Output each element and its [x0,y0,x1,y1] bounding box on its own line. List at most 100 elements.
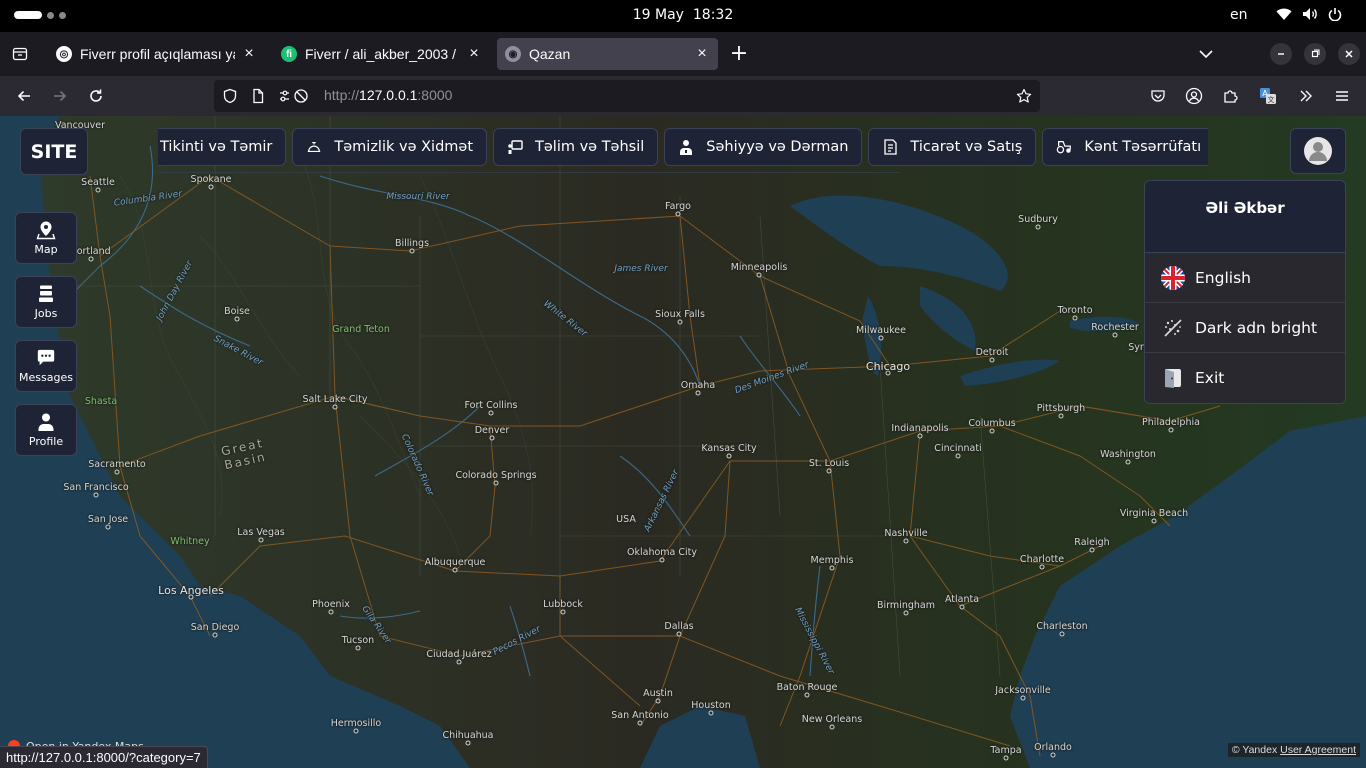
close-icon[interactable]: × [241,45,257,62]
user-name: Əli Əkbər [1145,181,1345,253]
map-label-city: New Orleans [801,714,863,725]
category-scroll-track [158,172,900,173]
bookmark-star-icon[interactable] [1016,88,1032,104]
nav-jobs-button[interactable]: Jobs [15,276,77,328]
map-city-marker [1035,224,1041,230]
category-agriculture[interactable]: Kənt Təsərrüfatı [1042,128,1208,166]
category-health[interactable]: Səhiyyə və Dərman [664,128,863,166]
reload-button[interactable] [84,84,108,108]
map-label-country: USA [616,514,636,525]
close-icon[interactable]: × [466,45,482,62]
restore-button[interactable] [1304,43,1326,65]
system-status-area[interactable] [1276,7,1342,21]
back-button[interactable] [12,84,36,108]
map-city-marker [234,316,240,322]
map-label-city: Boise [224,306,250,317]
browser-tab-strip: ◎ Fiverr profil açıqlaması ya × fi Fiver… [0,32,1366,76]
tab-qazan[interactable]: ◉ Qazan × [497,38,718,70]
map-label-city: Raleigh [1074,537,1110,548]
forward-button[interactable] [48,84,72,108]
map-label-city: St. Louis [808,458,850,469]
keyboard-layout-indicator[interactable]: en [1230,7,1248,23]
minimize-icon [1278,53,1284,55]
new-tab-button[interactable]: + [729,43,749,65]
minimize-button[interactable] [1270,43,1292,65]
menu-language-english[interactable]: English [1145,253,1345,303]
map-label-city: Orlando [1034,742,1072,753]
map-label-city: Seattle [81,177,115,188]
map-city-marker [93,492,99,498]
tab-chatgpt[interactable]: ◎ Fiverr profil açıqlaması ya × [48,38,265,70]
tab-title: Fiverr profil açıqlaması ya [80,46,235,62]
category-cleaning[interactable]: Təmizlik və Xidmət [292,128,488,166]
menu-exit[interactable]: Exit [1145,353,1345,403]
map-city-marker [708,710,714,716]
map-city-marker [328,609,334,615]
map-label-city: Austin [643,688,673,699]
nav-map-button[interactable]: Map [15,212,77,264]
app-menu-button[interactable] [1330,84,1354,108]
category-construction[interactable]: Tikinti və Təmir [158,128,287,166]
map-city-marker [903,538,909,544]
tracking-protection-icon[interactable] [222,88,238,104]
nav-messages-button[interactable]: Messages [15,340,77,392]
address-bar[interactable]: http://127.0.0.1:8000 [214,80,1040,112]
reload-icon [90,89,102,102]
map-city-marker [826,468,832,474]
map-city-marker [989,357,995,363]
map-label-city: Billings [394,238,430,249]
map-label-city: Baton Rouge [776,682,838,693]
menu-theme-toggle[interactable]: Dark adn bright [1145,303,1345,353]
map-pin-icon [36,220,56,240]
map-label-city: Atlanta [944,594,980,605]
workspace-2-indicator [47,11,54,19]
firefox-view-button[interactable] [8,42,32,66]
map-city-marker [695,390,701,396]
fiverr-favicon-icon: fi [281,46,297,62]
map-label-city: Albuquerque [424,557,486,568]
pocket-button[interactable] [1146,84,1170,108]
tab-title: Fiverr / ali_akber_2003 / E [305,46,460,62]
map-city-marker [452,567,458,573]
map-label-city: Detroit [975,347,1009,358]
window-close-button[interactable] [1338,43,1360,65]
clock[interactable]: 19 May 18:32 [633,7,733,23]
activities-button[interactable] [14,11,66,19]
map-city-marker [955,453,961,459]
map-city-marker [1168,427,1174,433]
user-agreement-link[interactable]: User Agreement [1280,744,1356,756]
extensions-button[interactable] [1218,84,1242,108]
category-education[interactable]: Təlim və Təhsil [493,128,659,166]
browser-toolbar: http://127.0.0.1:8000 A文 [0,76,1366,116]
map-city-marker [465,740,471,746]
close-icon[interactable]: × [694,45,710,62]
list-all-tabs-button[interactable] [1196,44,1216,64]
permissions-icon[interactable] [276,88,312,104]
page-info-icon[interactable] [250,88,266,104]
category-trade[interactable]: Ticarət və Satış [868,128,1037,166]
nav-label: Profile [28,435,64,448]
workspace-1-indicator [14,11,42,19]
translate-button[interactable]: A文 [1256,84,1280,108]
power-icon [1328,8,1342,21]
map-city-marker [989,428,995,434]
nav-profile-button[interactable]: Profile [15,404,77,456]
chalkboard-icon [507,139,523,155]
tab-fiverr[interactable]: fi Fiverr / ali_akber_2003 / E × [273,38,490,70]
nav-label: Jobs [34,307,58,320]
map-city-marker [1151,518,1157,524]
map-city-marker [95,187,101,193]
map-label-city: Sioux Falls [655,309,705,320]
map-city-marker [353,728,359,734]
site-logo[interactable]: SITE [20,128,88,175]
more-tools-button[interactable] [1294,84,1318,108]
account-button[interactable] [1182,84,1206,108]
tractor-icon [1056,139,1072,155]
map-label-city: Lubbock [543,599,583,610]
map-label-city: Fort Collins [464,400,518,411]
profile-avatar-button[interactable] [1290,128,1346,174]
clock-date: 19 May [632,7,684,23]
url-text[interactable]: http://127.0.0.1:8000 [324,87,452,103]
chat-icon [36,348,56,368]
puzzle-icon [1224,90,1238,103]
